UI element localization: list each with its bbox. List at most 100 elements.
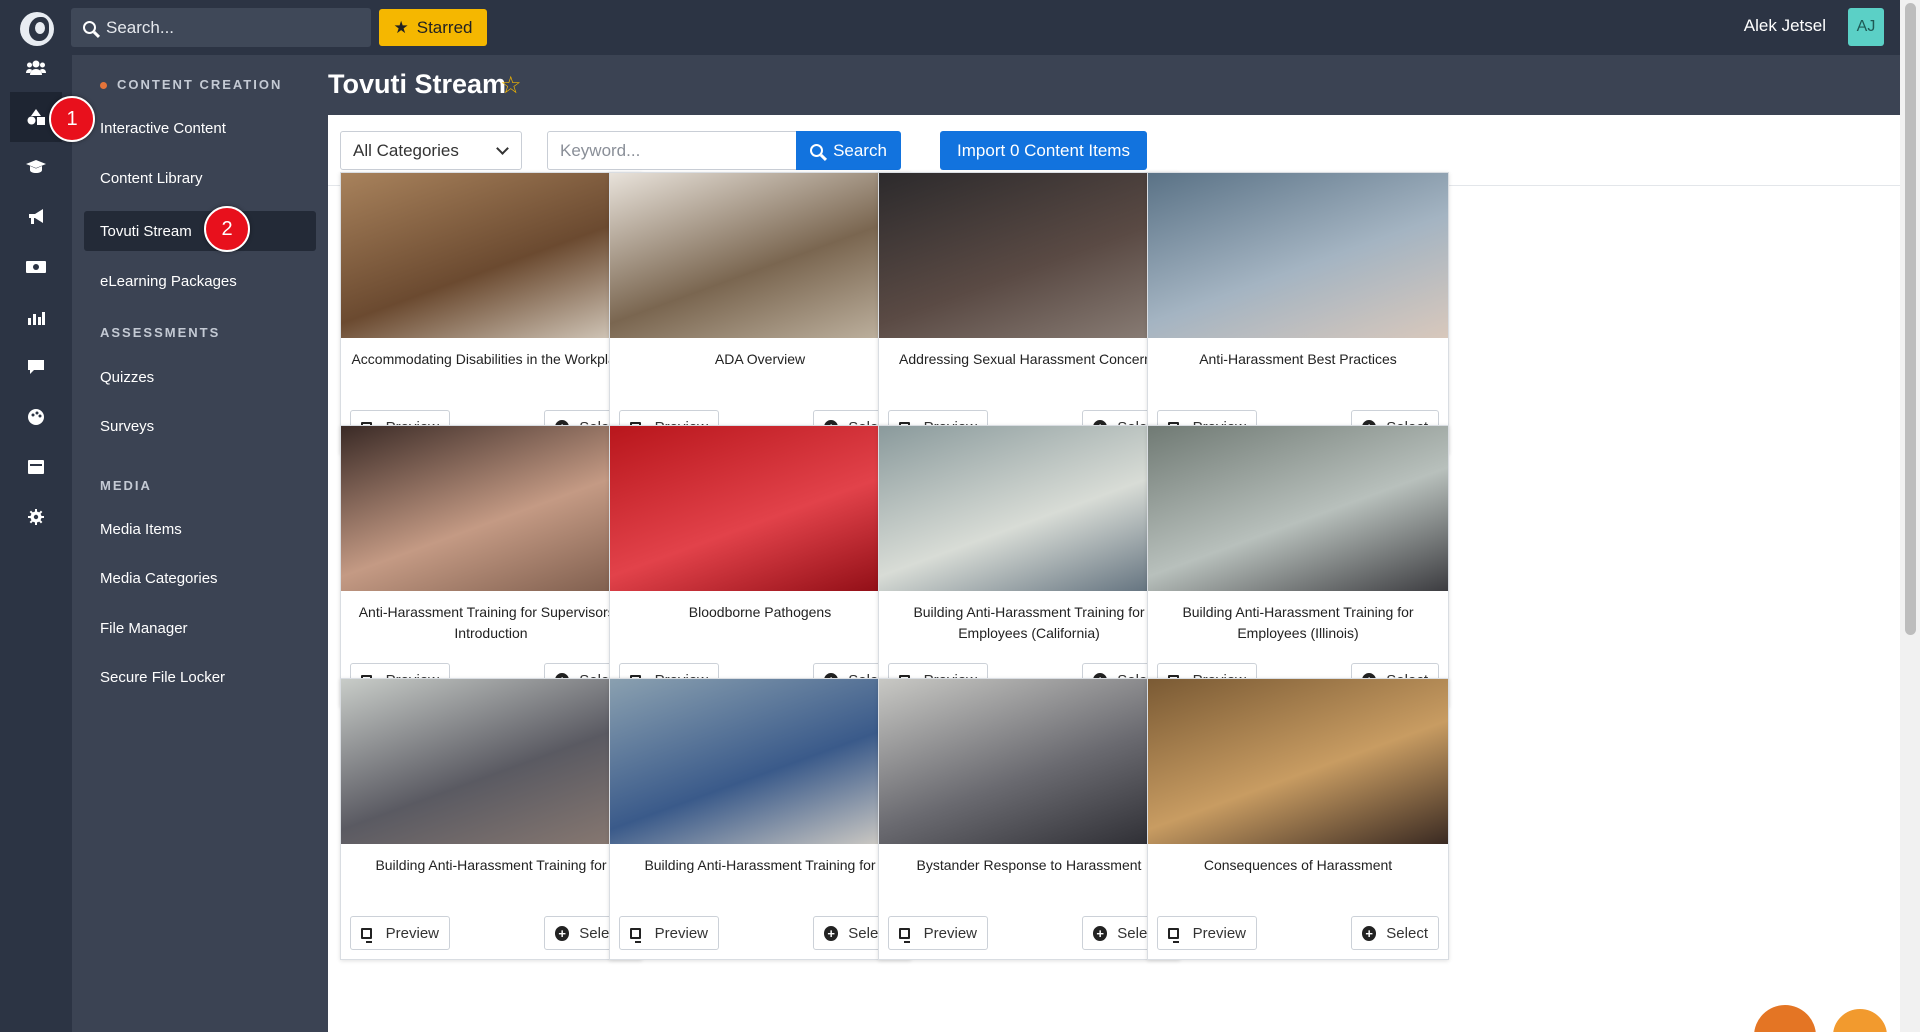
keyword-input[interactable] [547, 131, 801, 170]
card-thumbnail[interactable] [610, 426, 910, 591]
preview-button[interactable]: Preview [350, 916, 450, 950]
content-card: Building Anti-Harassment Training for Pre… [340, 678, 642, 960]
card-title: Addressing Sexual Harassment Concerns [899, 351, 1159, 367]
subnav-item-secure-file-locker[interactable]: Secure File Locker [84, 657, 316, 697]
comment-icon[interactable] [10, 342, 62, 392]
top-bar: Search... ★ Starred Alek Jetsel AJ [0, 0, 1900, 55]
preview-label: Preview [1192, 924, 1246, 942]
plus-circle-icon: + [1093, 925, 1108, 941]
graduation-cap-icon[interactable] [10, 142, 62, 192]
avatar[interactable]: AJ [1848, 8, 1884, 46]
global-search-placeholder: Search... [106, 17, 175, 37]
users-icon[interactable] [10, 42, 62, 92]
section-content-creation: CONTENT CREATION [100, 77, 282, 92]
card-thumbnail[interactable] [341, 679, 641, 844]
preview-label: Preview [385, 924, 439, 942]
content-card: Anti-Harassment Training for Supervisors… [340, 425, 642, 707]
subnav-item-media-items[interactable]: Media Items [84, 509, 316, 549]
search-button-label: Search [833, 140, 887, 160]
step-badge-two: 2 [204, 206, 250, 252]
card-thumbnail[interactable] [610, 679, 910, 844]
section-label: CONTENT CREATION [117, 77, 283, 92]
plus-circle-icon: + [1362, 925, 1377, 941]
card-thumbnail[interactable] [341, 426, 641, 591]
starred-button[interactable]: ★ Starred [379, 9, 487, 46]
scrollbar[interactable] [1900, 0, 1920, 1032]
card-title: ADA Overview [714, 351, 806, 367]
preview-label: Preview [654, 924, 708, 942]
category-select-value: All Categories [353, 140, 459, 160]
preview-button[interactable]: Preview [888, 916, 988, 950]
calendar-icon[interactable] [10, 442, 62, 492]
palette-icon[interactable] [10, 392, 62, 442]
card-thumbnail[interactable] [610, 173, 910, 338]
subnav-item-content-library[interactable]: Content Library [84, 158, 316, 198]
subnav-item-media-categories[interactable]: Media Categories [84, 558, 316, 598]
content-card: ADA OverviewPreview+Select [609, 172, 911, 454]
card-title: Accommodating Disabilities in the Workpl… [351, 351, 631, 367]
content-card: Bystander Response to Harassment Preview +… [878, 678, 1180, 960]
gear-icon[interactable] [10, 492, 62, 542]
content-card: Building Anti-Harassment Training for Em… [1147, 425, 1449, 707]
card-thumbnail[interactable] [1148, 426, 1448, 591]
search-icon [83, 21, 96, 34]
icon-rail [0, 55, 72, 1032]
card-thumbnail[interactable] [879, 679, 1179, 844]
subnav-item-file-manager[interactable]: File Manager [84, 608, 316, 648]
sub-navigation: CONTENT CREATION Interactive Content Con… [72, 55, 328, 1032]
monitor-icon [361, 927, 372, 943]
content-card: Building Anti-Harassment Training for Em… [878, 425, 1180, 707]
user-name[interactable]: Alek Jetsel [1744, 16, 1826, 36]
select-button[interactable]: + Select [1351, 916, 1439, 950]
content-card: Anti-Harassment Best PracticesPreview+Se… [1147, 172, 1449, 454]
favorite-star-icon[interactable]: ☆ [500, 71, 522, 100]
category-select[interactable]: All Categories [340, 131, 522, 170]
scrollbar-thumb[interactable] [1905, 3, 1916, 635]
megaphone-icon[interactable] [10, 192, 62, 242]
step-badge-one: 1 [49, 96, 95, 142]
starred-label: Starred [416, 17, 473, 37]
global-search-input[interactable]: Search... [71, 8, 371, 47]
import-button[interactable]: Import 0 Content Items [940, 131, 1147, 170]
page-title: Tovuti Stream [328, 69, 507, 99]
plus-circle-icon: + [555, 925, 570, 941]
content-card: Consequences of Harassment Preview + Select [1147, 678, 1449, 960]
chart-icon[interactable] [10, 292, 62, 342]
search-button[interactable]: Search [796, 131, 901, 170]
star-icon: ★ [393, 17, 409, 37]
card-title: Anti-Harassment Training for Supervisors… [358, 604, 624, 641]
card-thumbnail[interactable] [879, 173, 1179, 338]
content-card: Building Anti-Harassment Training for Pre… [609, 678, 911, 960]
money-icon[interactable] [10, 242, 62, 292]
page-header: Tovuti Stream ☆ [328, 55, 1900, 115]
search-icon [810, 144, 824, 157]
preview-button[interactable]: Preview [619, 916, 719, 950]
subnav-item-elearning-packages[interactable]: eLearning Packages [84, 261, 316, 301]
monitor-icon [899, 927, 910, 943]
subnav-item-surveys[interactable]: Surveys [84, 406, 316, 446]
app-logo[interactable] [20, 12, 54, 46]
card-title: Anti-Harassment Best Practices [1199, 351, 1397, 367]
preview-label: Preview [923, 924, 977, 942]
subnav-item-quizzes[interactable]: Quizzes [84, 357, 316, 397]
section-media: MEDIA [100, 478, 152, 493]
subnav-item-tovuti-stream[interactable]: Tovuti Stream [84, 211, 316, 251]
preview-button[interactable]: Preview [1157, 916, 1257, 950]
card-title: Bystander Response to Harassment [916, 857, 1142, 873]
card-title: Bloodborne Pathogens [688, 604, 832, 620]
chevron-down-icon [496, 142, 509, 155]
select-label: Select [1386, 924, 1428, 942]
monitor-icon [630, 927, 641, 943]
card-title: Building Anti-Harassment Training for Em… [913, 604, 1145, 641]
card-title: Building Anti-Harassment Training for [375, 857, 607, 873]
content-panel: All Categories Search Import 0 Content I… [328, 115, 1900, 1032]
content-card: Bloodborne PathogensPreview+Select [609, 425, 911, 707]
subnav-item-interactive-content[interactable]: Interactive Content [84, 108, 316, 148]
section-assessments: ASSESSMENTS [100, 325, 221, 340]
card-thumbnail[interactable] [879, 426, 1179, 591]
card-thumbnail[interactable] [1148, 679, 1448, 844]
monitor-icon [1168, 927, 1179, 943]
card-thumbnail[interactable] [1148, 173, 1448, 338]
card-title: Consequences of Harassment [1203, 857, 1393, 873]
card-thumbnail[interactable] [341, 173, 641, 338]
